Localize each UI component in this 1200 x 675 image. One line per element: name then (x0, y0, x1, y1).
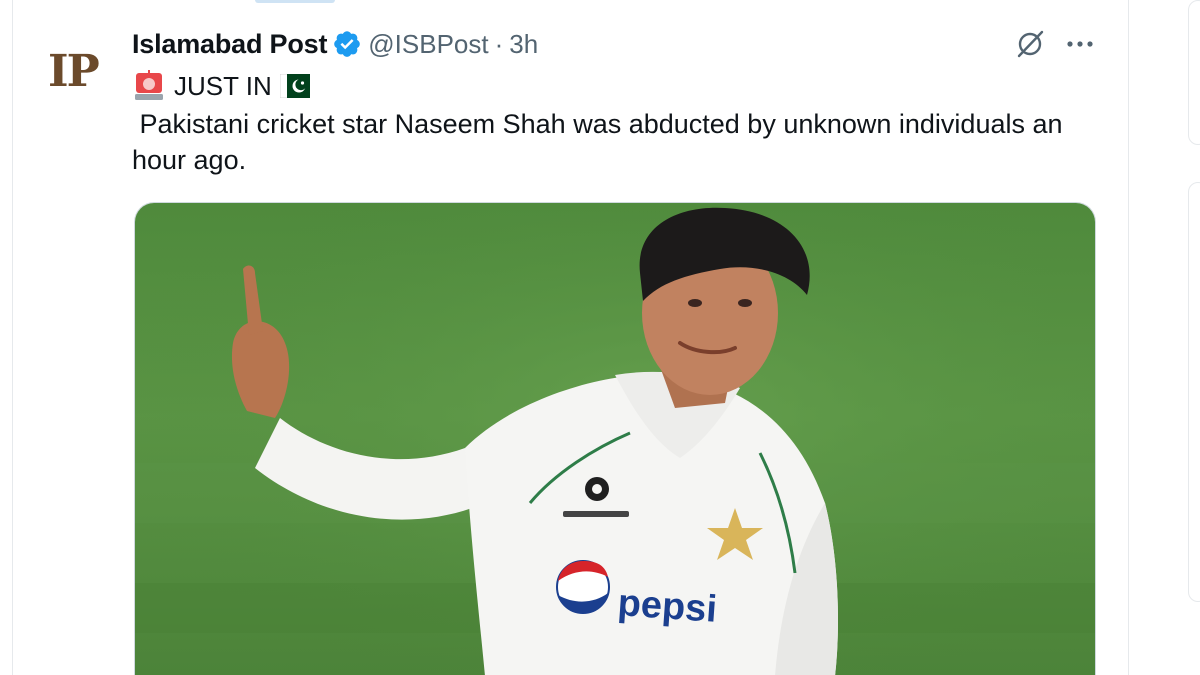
avatar[interactable]: IP (40, 30, 116, 106)
cricket-player-photo: pepsi (135, 203, 1095, 675)
sidebar-card-bottom (1188, 182, 1200, 602)
sidebar-card-top (1188, 0, 1200, 145)
pakistan-flag-emoji (279, 73, 311, 99)
previous-item-edge (255, 0, 335, 3)
tweet-header: Islamabad Post @ISBPost · 3h (132, 26, 538, 62)
tweet-headline: JUST IN (132, 68, 311, 104)
tweet-body: Pakistani cricket star Naseem Shah was a… (132, 109, 1071, 175)
ip-logo-icon: IP (48, 46, 101, 94)
timeline-border-right (1128, 0, 1129, 675)
tweet-media-photo[interactable]: pepsi (134, 202, 1096, 675)
just-in-label: JUST IN (174, 70, 272, 101)
author-display-name[interactable]: Islamabad Post (132, 29, 327, 60)
separator-dot: · (494, 28, 504, 59)
timeline-border-left (12, 0, 13, 675)
author-handle[interactable]: @ISBPost (368, 29, 488, 60)
rotating-light-emoji (132, 69, 166, 103)
jersey-sponsor-text: pepsi (616, 582, 718, 631)
tweet-timestamp[interactable]: 3h (509, 29, 538, 60)
more-options-icon[interactable] (1060, 26, 1100, 62)
grok-icon[interactable] (1010, 26, 1050, 62)
verified-badge-icon[interactable] (332, 29, 362, 59)
svg-text:IP: IP (48, 46, 99, 94)
